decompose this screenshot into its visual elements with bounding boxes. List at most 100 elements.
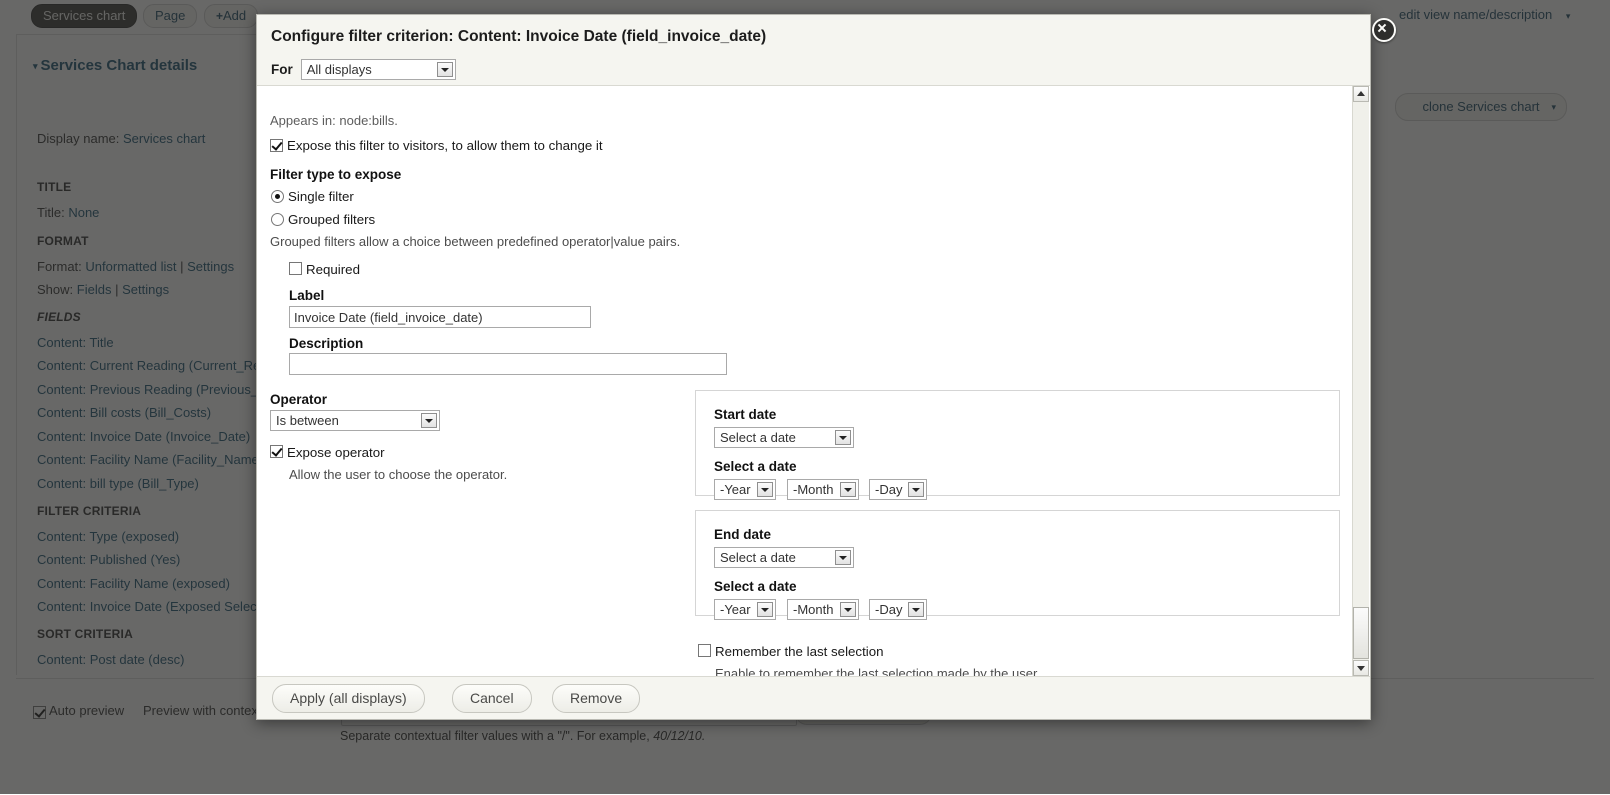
description-field-heading: Description (289, 336, 363, 351)
add-display-button[interactable]: +Add (204, 4, 258, 28)
field-item-invoice-date[interactable]: Content: Invoice Date (Invoice_Date) (37, 429, 250, 444)
for-display-row: For All displays (271, 59, 456, 81)
end-date-select[interactable]: Select a date (714, 547, 854, 568)
scroll-down-arrow-icon[interactable] (1353, 660, 1369, 676)
grouped-filters-help: Grouped filters allow a choice between p… (270, 234, 680, 249)
row-show: Show: Fields | Settings (37, 282, 169, 297)
cancel-button[interactable]: Cancel (452, 684, 532, 713)
clone-display-label: clone Services chart (1422, 99, 1539, 114)
modal-title: Configure filter criterion: Content: Inv… (271, 28, 766, 46)
row-format: Format: Unformatted list | Settings (37, 259, 234, 274)
section-heading-filter-criteria: FILTER CRITERIA (37, 504, 141, 518)
row-format-value[interactable]: Unformatted list (85, 259, 176, 274)
field-item-bill-type[interactable]: Content: bill type (Bill_Type) (37, 476, 199, 491)
filter-item-type[interactable]: Content: Type (exposed) (37, 529, 179, 544)
panel-title: ▾Services Chart details (33, 57, 197, 74)
field-item-title[interactable]: Content: Title (37, 335, 114, 350)
start-date-month-value: -Month (793, 480, 833, 500)
expose-filter-label: Expose this filter to visitors, to allow… (287, 138, 603, 153)
field-item-bill-costs[interactable]: Content: Bill costs (Bill_Costs) (37, 405, 211, 420)
close-icon[interactable] (1372, 18, 1396, 42)
display-name-value[interactable]: Services chart (123, 131, 205, 146)
filter-item-published[interactable]: Content: Published (Yes) (37, 552, 180, 567)
apply-all-displays-button[interactable]: Apply (all displays) (272, 684, 425, 713)
tab-page[interactable]: Page (143, 4, 197, 28)
sort-item-post-date[interactable]: Content: Post date (desc) (37, 652, 184, 667)
tab-services-chart[interactable]: Services chart (31, 4, 137, 28)
start-date-select[interactable]: Select a date (714, 427, 854, 448)
start-date-year-value: -Year (720, 480, 751, 500)
operator-select[interactable]: Is between (270, 410, 440, 431)
modal-body: Appears in: node:bills. Expose this filt… (257, 85, 1370, 678)
section-heading-format: FORMAT (37, 234, 89, 248)
expose-filter-checkbox[interactable] (270, 139, 283, 152)
scroll-up-arrow-icon[interactable] (1353, 86, 1369, 102)
contextual-filter-help: Separate contextual filter values with a… (340, 729, 705, 743)
collapse-triangle-icon[interactable]: ▾ (33, 61, 38, 72)
row-format-sep: | (180, 259, 183, 274)
end-date-month-value: -Month (793, 600, 833, 620)
filter-type-heading: Filter type to expose (270, 167, 401, 182)
chevron-down-icon (835, 550, 851, 565)
field-item-facility-name[interactable]: Content: Facility Name (Facility_Name) (37, 452, 263, 467)
modal-scrollbar[interactable] (1352, 86, 1369, 676)
description-input[interactable] (289, 353, 727, 375)
start-date-month-select[interactable]: -Month (787, 479, 859, 500)
chevron-down-icon: ▾ (1551, 94, 1556, 120)
end-date-day-select[interactable]: -Day (869, 599, 927, 620)
chevron-down-icon (908, 602, 924, 617)
start-date-fieldset: Start date Select a date Select a date -… (695, 390, 1340, 496)
section-heading-fields: FIELDS (37, 310, 81, 324)
edit-view-name-link[interactable]: edit view name/description ▾ (1399, 4, 1570, 26)
row-show-settings[interactable]: Settings (122, 282, 169, 297)
clone-display-button[interactable]: clone Services chart ▾ (1395, 93, 1567, 121)
radio-single-filter-label: Single filter (288, 189, 354, 204)
radio-single-filter[interactable] (271, 190, 284, 203)
radio-grouped-filters-label: Grouped filters (288, 212, 375, 227)
label-field-heading: Label (289, 288, 324, 303)
add-button-label: Add (223, 8, 246, 23)
operator-select-value: Is between (276, 411, 339, 431)
expose-operator-checkbox[interactable] (270, 445, 283, 458)
for-display-select[interactable]: All displays (301, 59, 456, 80)
radio-grouped-filters[interactable] (271, 213, 284, 226)
auto-preview-label: Auto preview (49, 703, 124, 718)
contextual-filter-help-text: Separate contextual filter values with a… (340, 729, 653, 743)
scrollbar-thumb[interactable] (1353, 607, 1369, 659)
remember-last-selection-checkbox[interactable] (698, 644, 711, 657)
for-label: For (271, 59, 293, 81)
end-date-year-value: -Year (720, 600, 751, 620)
for-display-select-value: All displays (307, 60, 372, 80)
end-date-day-value: -Day (875, 600, 902, 620)
modal-header: Configure filter criterion: Content: Inv… (257, 15, 1370, 86)
edit-view-name-label: edit view name/description (1399, 7, 1552, 22)
chevron-down-icon (421, 413, 437, 428)
section-heading-title: TITLE (37, 180, 71, 194)
remove-button[interactable]: Remove (552, 684, 640, 713)
operator-heading: Operator (270, 392, 327, 407)
chevron-down-icon (757, 602, 773, 617)
row-show-label: Show: (37, 282, 73, 297)
display-name-label: Display name: (37, 131, 119, 146)
start-date-day-value: -Day (875, 480, 902, 500)
end-date-year-select[interactable]: -Year (714, 599, 776, 620)
row-title-label: Title: (37, 205, 65, 220)
auto-preview-checkbox[interactable] (33, 706, 46, 719)
start-date-day-select[interactable]: -Day (869, 479, 927, 500)
panel-title-text: Services Chart details (41, 57, 198, 74)
filter-item-facility-name[interactable]: Content: Facility Name (exposed) (37, 576, 230, 591)
required-label: Required (306, 262, 360, 277)
section-heading-sort-criteria: SORT CRITERIA (37, 627, 133, 641)
expose-operator-label: Expose operator (287, 445, 385, 460)
start-date-sub-heading: Select a date (714, 459, 797, 474)
row-show-value[interactable]: Fields (77, 282, 112, 297)
modal-footer: Apply (all displays) Cancel Remove (257, 676, 1370, 719)
required-checkbox[interactable] (289, 262, 302, 275)
label-input[interactable] (289, 306, 591, 328)
end-date-month-select[interactable]: -Month (787, 599, 859, 620)
row-title-value[interactable]: None (68, 205, 99, 220)
chevron-down-icon (835, 430, 851, 445)
chevron-down-icon (757, 482, 773, 497)
row-format-settings[interactable]: Settings (187, 259, 234, 274)
start-date-year-select[interactable]: -Year (714, 479, 776, 500)
